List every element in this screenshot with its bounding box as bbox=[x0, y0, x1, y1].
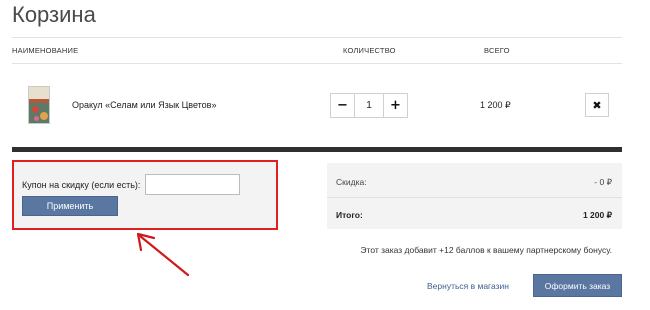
column-header-name: НАИМЕНОВАНИЕ bbox=[12, 46, 79, 55]
back-to-shop-link[interactable]: Вернуться в магазин bbox=[427, 281, 509, 291]
product-name-link[interactable]: Оракул «Селам или Язык Цветов» bbox=[72, 100, 216, 110]
remove-item-button[interactable]: ✖ bbox=[585, 93, 609, 117]
close-icon: ✖ bbox=[592, 98, 602, 112]
header-bottom-divider bbox=[12, 63, 622, 64]
header-top-divider bbox=[12, 37, 622, 38]
coupon-panel bbox=[12, 160, 278, 230]
bonus-note: Этот заказ добавит +12 баллов к вашему п… bbox=[360, 245, 612, 255]
total-value: 1 200 ₽ bbox=[582, 210, 612, 220]
column-header-total: ВСЕГО bbox=[484, 46, 510, 55]
cart-divider-bar bbox=[12, 147, 622, 152]
summary-divider bbox=[327, 197, 622, 198]
coupon-input[interactable] bbox=[145, 174, 240, 195]
discount-value: - 0 ₽ bbox=[594, 177, 612, 187]
column-header-quantity: КОЛИЧЕСТВО bbox=[343, 46, 396, 55]
discount-label: Скидка: bbox=[336, 177, 367, 187]
decrease-quantity-button[interactable]: − bbox=[331, 94, 355, 117]
increase-quantity-button[interactable]: + bbox=[383, 94, 407, 117]
arrow-icon bbox=[136, 232, 190, 277]
quantity-stepper: − + bbox=[330, 93, 408, 118]
item-total-price: 1 200 ₽ bbox=[480, 100, 511, 110]
coupon-label: Купон на скидку (если есть): bbox=[22, 180, 141, 190]
quantity-input[interactable] bbox=[355, 94, 383, 117]
product-thumbnail[interactable] bbox=[28, 86, 50, 124]
checkout-button[interactable]: Оформить заказ bbox=[533, 274, 622, 297]
total-label: Итого: bbox=[336, 210, 363, 220]
page-title: Корзина bbox=[12, 2, 96, 27]
apply-coupon-button[interactable]: Применить bbox=[22, 196, 118, 216]
